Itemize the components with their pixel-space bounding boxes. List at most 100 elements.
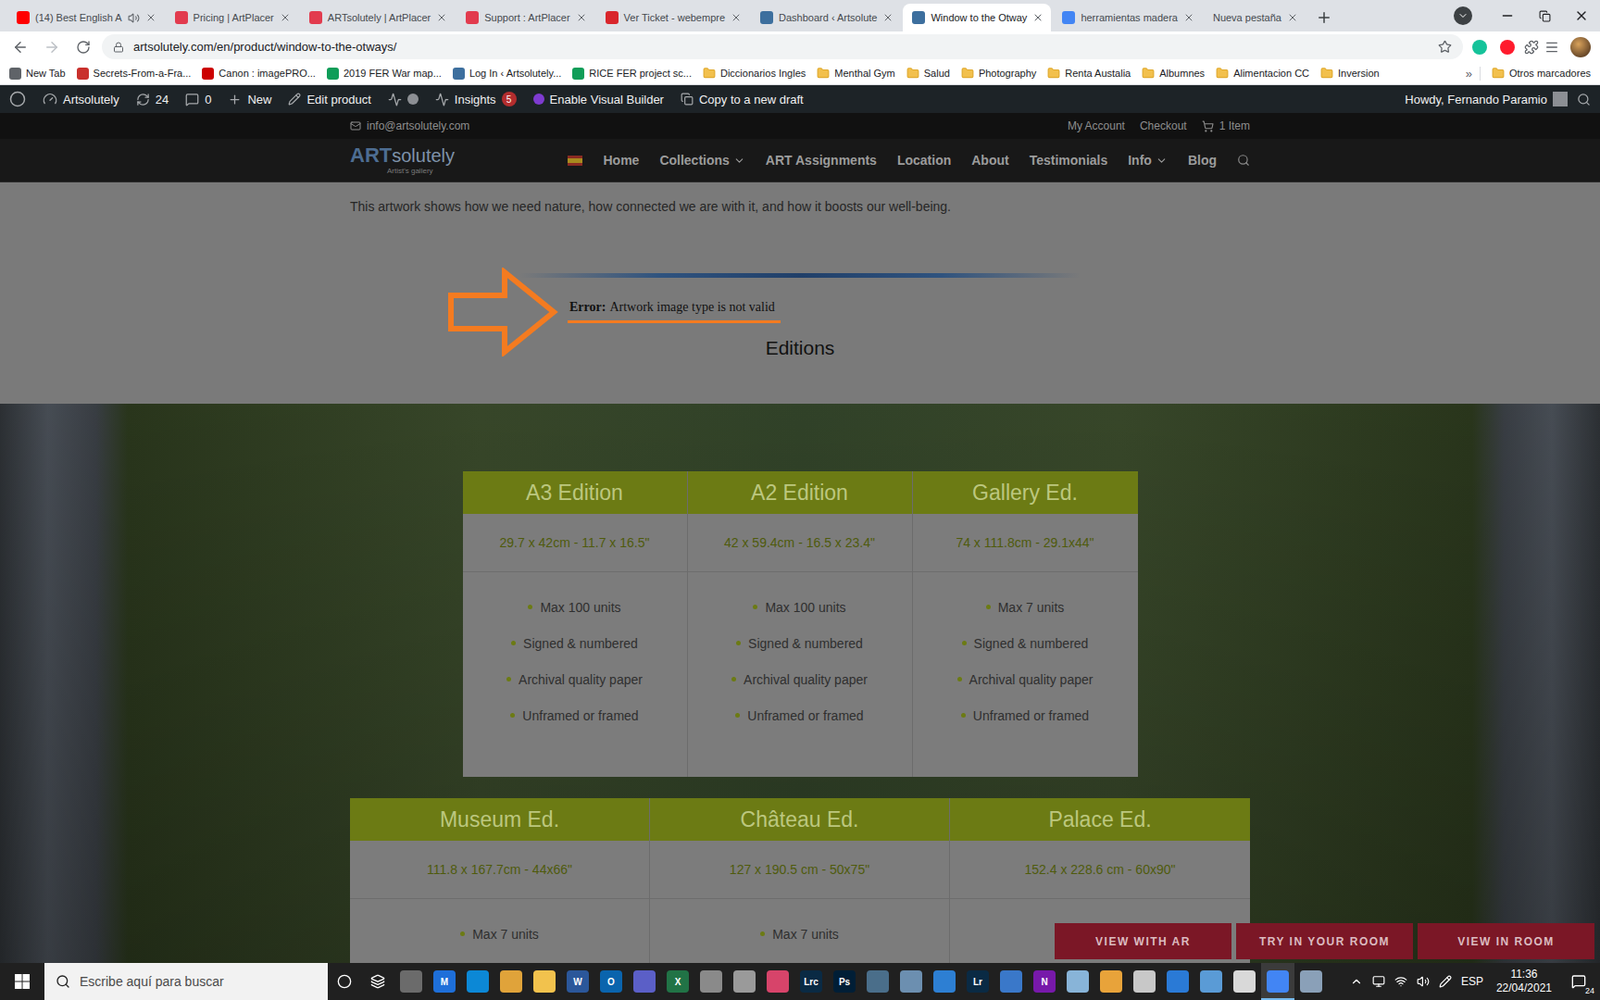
tab-search-button[interactable]: [1453, 6, 1473, 25]
browser-tab[interactable]: Pricing | ArtPlacer: [165, 3, 299, 32]
taskbar-app[interactable]: X: [661, 962, 695, 1000]
taskbar-app[interactable]: [1127, 962, 1162, 1000]
wordpress-menu[interactable]: [9, 90, 26, 108]
bookmark[interactable]: Diccionarios Ingles: [702, 66, 806, 80]
nav-item[interactable]: Testimonials: [1029, 152, 1109, 168]
edit-product[interactable]: Edit product: [287, 92, 371, 107]
taskbar-app[interactable]: [861, 962, 895, 1000]
spanish-flag-icon[interactable]: [567, 155, 583, 166]
search-icon[interactable]: [1237, 153, 1250, 167]
top-link[interactable]: My Account: [1067, 119, 1125, 133]
taskbar-app[interactable]: [627, 962, 662, 1000]
address-bar[interactable]: artsolutely.com/en/product/window-to-the…: [101, 34, 1463, 60]
new-tab-button[interactable]: [1311, 4, 1338, 31]
bookmark[interactable]: Inversion: [1320, 66, 1380, 80]
my-account[interactable]: Howdy, Fernando Paramio: [1404, 91, 1568, 107]
site-name[interactable]: Artsolutely: [42, 91, 120, 107]
taskbar-app[interactable]: [927, 962, 962, 1000]
profile-avatar-icon[interactable]: [1570, 37, 1591, 58]
extensions-icon[interactable]: [1524, 39, 1539, 55]
taskbar-app[interactable]: [694, 962, 728, 1000]
taskbar-app[interactable]: O: [594, 962, 628, 1000]
close-tab-icon[interactable]: [1183, 12, 1195, 24]
bookmark[interactable]: Photography: [961, 66, 1037, 80]
nav-item[interactable]: Info: [1127, 152, 1168, 168]
grammarly-extension-icon[interactable]: [1472, 39, 1488, 55]
visual-builder[interactable]: Enable Visual Builder: [533, 92, 664, 107]
browser-tab[interactable]: Nueva pestaña: [1203, 3, 1306, 32]
taskbar-app[interactable]: [894, 962, 928, 1000]
taskbar-app[interactable]: [1227, 962, 1262, 1000]
insights[interactable]: Insights5: [435, 91, 517, 107]
taskbar-app[interactable]: [327, 962, 362, 1000]
taskbar-app[interactable]: N: [1027, 962, 1062, 1000]
top-link[interactable]: info@artsolutely.com: [350, 119, 470, 133]
nav-item[interactable]: ART Assignments: [765, 152, 877, 168]
bookmark[interactable]: Secrets-From-a-Fra...: [76, 67, 192, 80]
nav-item[interactable]: Collections: [659, 152, 745, 168]
display-icon[interactable]: [1372, 975, 1386, 988]
close-tab-icon[interactable]: [730, 12, 742, 24]
taskbar-app[interactable]: [1094, 962, 1128, 1000]
bookmark[interactable]: Renta Austalia: [1047, 66, 1131, 80]
network-icon[interactable]: [1394, 975, 1408, 988]
taskbar-app[interactable]: M: [427, 962, 462, 1000]
nav-item[interactable]: Home: [602, 152, 639, 168]
bookmark[interactable]: RICE FER project sc...: [572, 67, 692, 80]
star-icon[interactable]: [1437, 39, 1452, 54]
bookmark[interactable]: Otros marcadores: [1491, 66, 1591, 80]
taskbar-app[interactable]: [1194, 962, 1228, 1000]
taskbar-app[interactable]: [1294, 962, 1328, 1000]
comments[interactable]: 0: [185, 92, 212, 107]
browser-tab[interactable]: herramientas madera: [1052, 3, 1202, 32]
nav-item[interactable]: Location: [897, 152, 951, 168]
search-icon[interactable]: [1576, 92, 1591, 107]
close-tab-icon[interactable]: [279, 12, 291, 24]
taskbar-app[interactable]: [994, 962, 1028, 1000]
more-bookmarks-button[interactable]: »: [1465, 66, 1481, 81]
taskbar-app[interactable]: [1161, 962, 1195, 1000]
start-button[interactable]: [0, 962, 45, 1000]
pen-icon[interactable]: [1438, 975, 1452, 988]
taskbar-app[interactable]: Lrc: [794, 962, 828, 1000]
taskbar-app[interactable]: [1261, 962, 1295, 1000]
bookmark[interactable]: New Tab: [9, 67, 66, 80]
close-tab-icon[interactable]: [436, 12, 448, 24]
new-content[interactable]: New: [227, 92, 272, 107]
taskbar-app[interactable]: [361, 962, 395, 1000]
close-tab-icon[interactable]: [575, 12, 588, 24]
notification-button[interactable]: 24: [1564, 967, 1593, 996]
bookmark[interactable]: Canon : imagePRO...: [201, 67, 316, 80]
top-link[interactable]: 1 Item: [1201, 119, 1250, 133]
room-button[interactable]: TRY IN YOUR ROOM: [1236, 923, 1413, 960]
seo-menu[interactable]: [387, 92, 419, 107]
copy-draft[interactable]: Copy to a new draft: [680, 92, 804, 107]
bookmark[interactable]: Alimentacion CC: [1215, 66, 1310, 80]
reload-button[interactable]: [70, 34, 97, 61]
language-indicator[interactable]: ESP: [1461, 975, 1484, 988]
browser-tab[interactable]: Support : ArtPlacer: [456, 3, 594, 32]
taskbar-app[interactable]: Lr: [961, 962, 995, 1000]
close-tab-icon[interactable]: [1287, 12, 1299, 24]
nav-item[interactable]: About: [971, 152, 1009, 168]
taskbar-app[interactable]: Ps: [827, 962, 862, 1000]
opera-extension-icon[interactable]: [1500, 39, 1515, 55]
top-link[interactable]: Checkout: [1139, 119, 1188, 133]
room-button[interactable]: VIEW WITH AR: [1054, 923, 1232, 960]
taskbar-app[interactable]: [494, 962, 528, 1000]
taskbar-app[interactable]: [1061, 962, 1095, 1000]
taskbar-app[interactable]: [394, 962, 428, 1000]
room-button[interactable]: VIEW IN ROOM: [1417, 923, 1595, 960]
taskbar-app[interactable]: [461, 962, 495, 1000]
media-icon[interactable]: [1544, 39, 1560, 55]
browser-tab[interactable]: ARTsolutely | ArtPlacer: [300, 3, 455, 32]
browser-tab[interactable]: Ver Ticket - webempre: [596, 3, 750, 32]
updates[interactable]: 24: [136, 92, 169, 107]
browser-tab[interactable]: Window to the Otway: [902, 3, 1051, 32]
taskbar-search[interactable]: Escribe aquí para buscar: [44, 962, 328, 1000]
clock[interactable]: 11:3622/04/2021: [1492, 967, 1556, 996]
back-button[interactable]: [7, 34, 34, 61]
volume-icon[interactable]: [1416, 975, 1430, 988]
browser-tab[interactable]: (14) Best English A: [7, 3, 164, 32]
taskbar-app[interactable]: W: [561, 962, 595, 1000]
